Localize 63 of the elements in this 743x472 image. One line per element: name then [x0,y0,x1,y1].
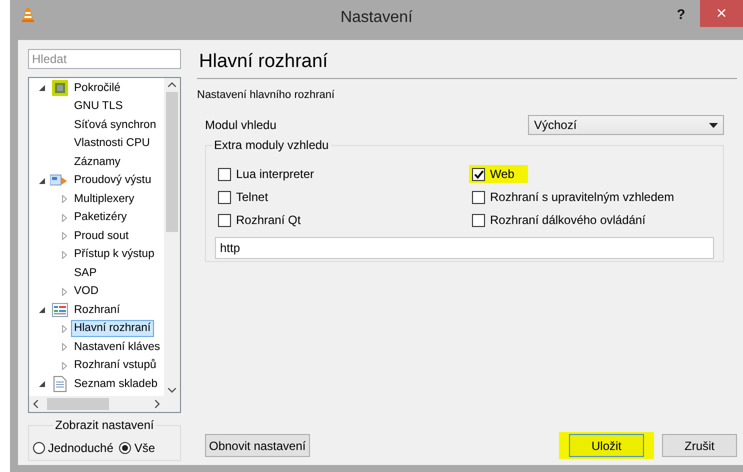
dropdown-caret-icon [709,122,718,128]
expanded-arrow-icon[interactable] [39,85,45,92]
tree-item[interactable]: Seznam skladeb [71,376,161,393]
field-label: Modul vhledu [205,118,276,132]
collapsed-arrow-icon[interactable] [62,324,66,333]
checkbox-option[interactable]: Rozhraní s upravitelným vzhledem [469,190,678,204]
tree-item[interactable]: GNU TLS [71,98,126,116]
scroll-left-icon[interactable] [33,400,38,408]
collapsed-arrow-icon[interactable] [62,362,66,370]
dialog-button[interactable]: Uložit [569,434,644,457]
horizontal-scrollbar[interactable] [29,396,164,412]
list-icon [52,303,68,318]
radio-option[interactable]: Jednoduché [33,441,114,455]
tree-item[interactable]: Proud sout [71,228,132,245]
vertical-scrollbar[interactable] [164,78,180,396]
expanded-arrow-icon[interactable] [39,381,45,388]
search-field[interactable]: Hledat [28,49,181,69]
expanded-arrow-icon[interactable] [39,178,45,184]
collapsed-arrow-icon[interactable] [62,195,66,204]
document-icon [53,376,67,392]
collapsed-arrow-icon[interactable] [62,250,66,259]
checkbox-option[interactable]: Rozhraní dálkového ovládání [469,213,648,227]
collapsed-arrow-icon[interactable] [62,214,66,222]
window-title: Nastavení [340,9,413,27]
tree-item[interactable]: Přístup k výstup [71,246,158,264]
close-button[interactable]: × [700,0,743,27]
tree-item[interactable]: SAP [71,264,100,282]
checkmark-icon [474,170,484,178]
checkbox-option[interactable]: Rozhraní Qt [215,213,304,227]
tree-item[interactable]: Multiplexery [71,190,138,208]
panel-subtitle: Nastavení hlavního rozhraní [197,89,336,101]
scroll-down-icon[interactable] [168,388,176,393]
tree-item[interactable]: Nastavení kláves [71,338,164,356]
input-field[interactable]: http [215,237,714,259]
collapsed-arrow-icon[interactable] [62,232,66,240]
skin-dropdown[interactable]: Výchozí [528,115,724,135]
scroll-up-icon[interactable] [168,82,176,87]
group-title: Zobrazit nastavení [53,418,156,432]
tree-item[interactable]: Rozhraní vstupů [71,357,160,374]
tree-item[interactable]: Hlavní rozhraní [71,320,154,338]
expanded-arrow-icon[interactable] [39,307,45,314]
chip-icon [52,80,68,96]
group-title: Extra moduly vzhledu [212,138,331,152]
checkbox-option[interactable]: Web [469,165,528,183]
collapsed-arrow-icon[interactable] [62,343,66,352]
scroll-right-icon[interactable] [155,400,160,408]
checkbox-option[interactable]: Telnet [215,190,272,204]
help-button[interactable]: ? [670,6,692,22]
reset-button[interactable]: Obnovit nastavení [205,434,310,457]
panel-title: Hlavní rozhraní [198,50,329,74]
tree-item[interactable]: Pokročilé [71,80,124,97]
tree-item[interactable]: Vlastnosti CPU [71,135,153,152]
checkbox-option[interactable]: Lua interpreter [215,167,318,181]
tree-item[interactable]: VOD [71,283,102,300]
dialog-button[interactable]: Zrušit [662,434,737,457]
tree-item[interactable]: Síťová synchron [71,116,160,134]
tree-item[interactable]: Záznamy [71,154,124,171]
traffic-cone-icon [22,8,34,22]
collapsed-arrow-icon[interactable] [62,288,66,296]
tree-item[interactable]: Proudový výstu [71,172,154,190]
radio-option[interactable]: Vše [119,441,156,455]
tree-item[interactable]: Paketizéry [71,209,130,226]
tree-item[interactable]: Rozhraní [71,302,123,319]
